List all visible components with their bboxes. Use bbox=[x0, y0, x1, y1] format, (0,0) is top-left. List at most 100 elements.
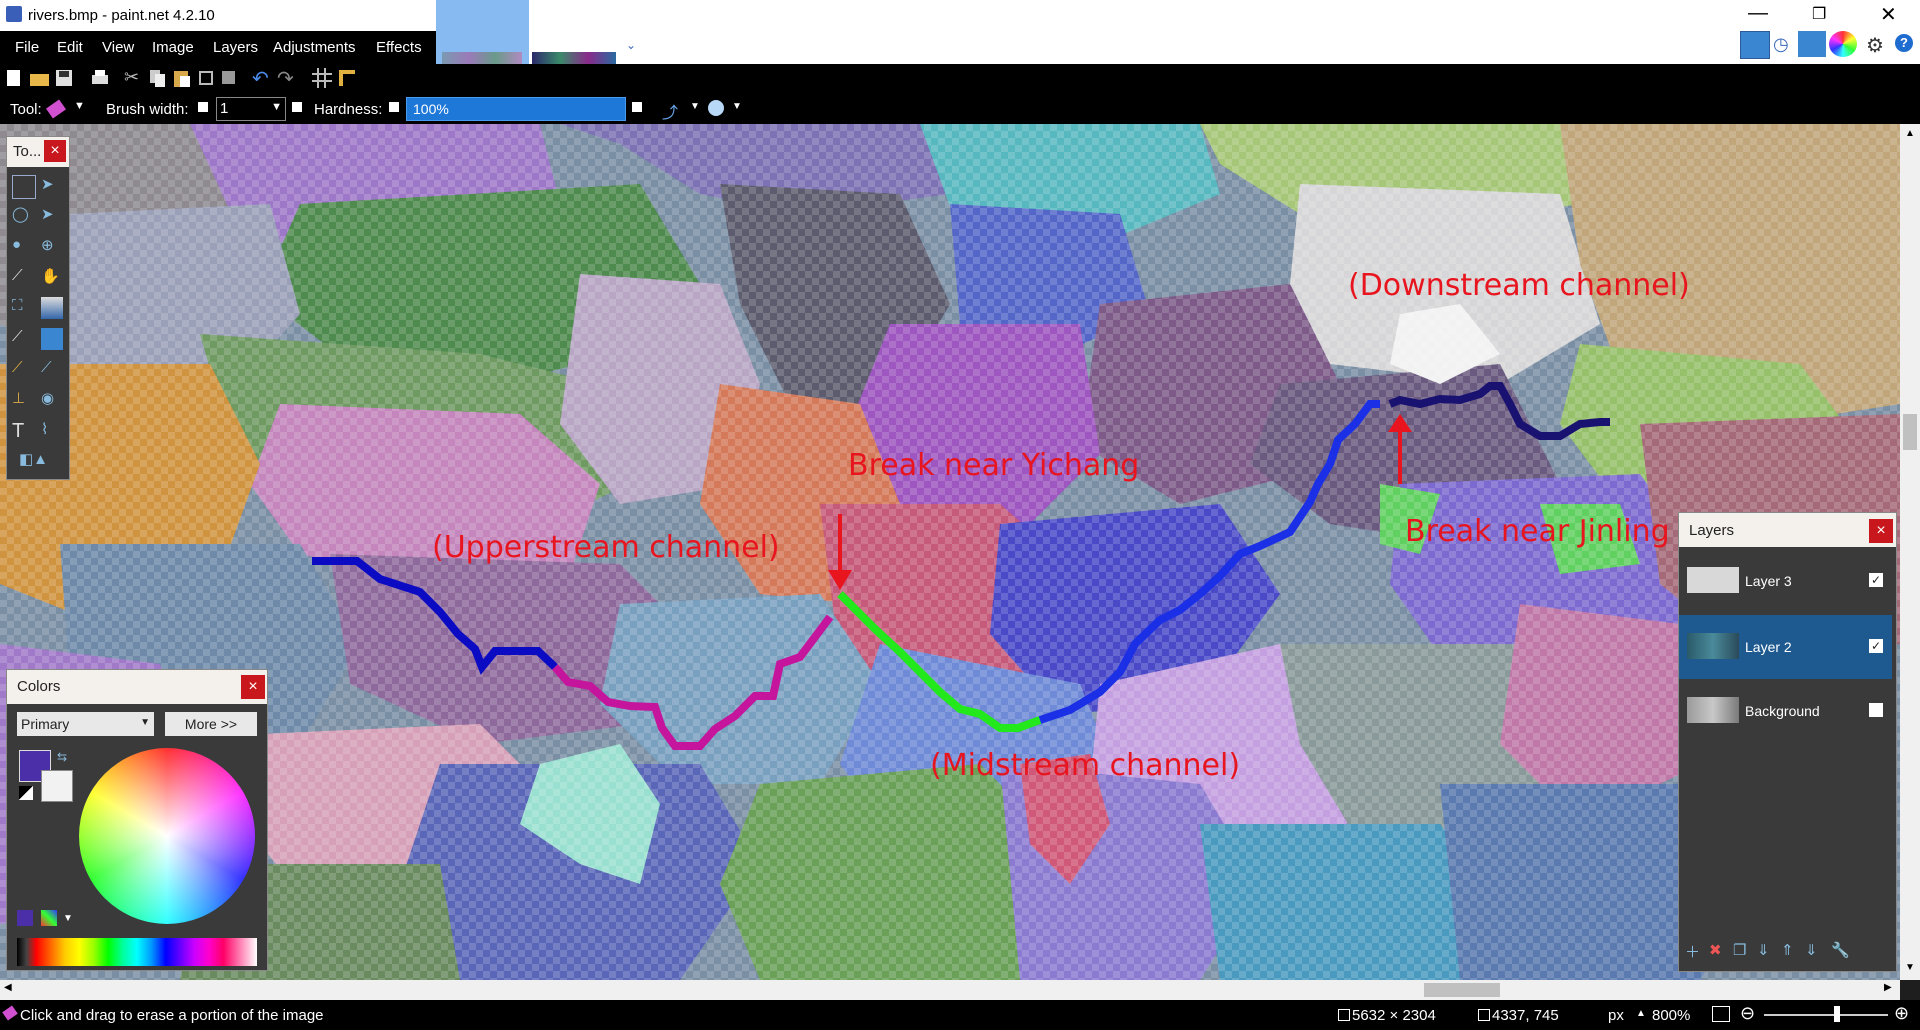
history-toggle-icon[interactable]: ◷ bbox=[1773, 34, 1789, 55]
image-canvas[interactable]: (Downstream channel) Break near Yichang … bbox=[0, 124, 1900, 980]
restore-button[interactable]: ❐ bbox=[1812, 4, 1826, 24]
settings-icon[interactable]: ⚙ bbox=[1866, 33, 1884, 58]
hardness-decrease[interactable] bbox=[389, 102, 399, 112]
palette-swatches[interactable] bbox=[17, 938, 257, 966]
duplicate-layer-icon[interactable]: ❐ bbox=[1733, 941, 1755, 963]
reset-colors-icon[interactable] bbox=[19, 786, 33, 800]
save-icon[interactable] bbox=[54, 68, 76, 90]
ellipse-select-icon[interactable]: ● bbox=[12, 236, 34, 258]
text-icon[interactable]: T bbox=[12, 420, 34, 442]
antialias-dropdown-icon[interactable]: ▼ bbox=[690, 101, 700, 112]
secondary-color-swatch[interactable] bbox=[41, 770, 73, 802]
horizontal-scroll-thumb[interactable] bbox=[1424, 983, 1500, 997]
open-file-icon[interactable] bbox=[29, 68, 51, 90]
color-picker-icon[interactable]: ⟋ bbox=[41, 359, 63, 381]
print-icon[interactable] bbox=[90, 68, 112, 90]
antialias-icon[interactable]: ⤴ bbox=[662, 99, 678, 123]
layers-toggle-icon[interactable] bbox=[1798, 31, 1826, 57]
add-layer-icon[interactable]: ＋ bbox=[1685, 941, 1707, 963]
brush-width-decrease[interactable] bbox=[198, 102, 208, 112]
layers-panel-close[interactable]: × bbox=[1869, 519, 1893, 543]
color-wheel[interactable] bbox=[79, 748, 255, 924]
help-icon[interactable]: ? bbox=[1895, 34, 1913, 52]
blend-mode-dropdown-icon[interactable]: ▼ bbox=[732, 101, 742, 112]
add-color-icon[interactable] bbox=[17, 910, 33, 926]
layer-visibility-checkbox[interactable]: ✓ bbox=[1869, 573, 1883, 587]
move-layer-down-icon[interactable]: ⇓ bbox=[1805, 941, 1827, 963]
eraser-icon[interactable] bbox=[46, 99, 66, 119]
layer-visibility-checkbox[interactable]: ✓ bbox=[1869, 639, 1883, 653]
pan-icon[interactable]: ✋ bbox=[41, 267, 63, 289]
hardness-increase[interactable] bbox=[632, 102, 642, 112]
swap-colors-icon[interactable]: ⇆ bbox=[57, 750, 67, 764]
zoom-slider-thumb[interactable] bbox=[1834, 1006, 1840, 1022]
tools-panel-close[interactable]: × bbox=[44, 140, 66, 162]
more-colors-button[interactable]: More >> bbox=[165, 712, 257, 736]
ruler-icon[interactable] bbox=[337, 68, 359, 90]
delete-layer-icon[interactable]: ✖ bbox=[1709, 941, 1731, 963]
redo-icon[interactable]: ↷ bbox=[277, 66, 299, 90]
minimize-button[interactable]: — bbox=[1748, 2, 1768, 25]
units-select[interactable]: px bbox=[1608, 1007, 1624, 1024]
units-dropdown-icon[interactable]: ▲ bbox=[1636, 1008, 1646, 1019]
scroll-down-arrow[interactable]: ▼ bbox=[1905, 962, 1915, 973]
paint-bucket-icon[interactable]: ⛶ bbox=[12, 297, 34, 319]
hardness-slider[interactable]: 100% bbox=[406, 97, 626, 121]
menu-edit[interactable]: Edit bbox=[57, 39, 83, 56]
colors-toggle-icon[interactable] bbox=[1829, 31, 1857, 57]
layer-properties-icon[interactable]: 🔧 bbox=[1831, 941, 1853, 963]
blend-mode-icon[interactable] bbox=[708, 100, 724, 116]
merge-layer-down-icon[interactable]: ⇓ bbox=[1757, 941, 1779, 963]
brush-width-increase[interactable] bbox=[292, 102, 302, 112]
color-mode-select[interactable]: Primary ▼ bbox=[17, 712, 154, 736]
crop-icon[interactable] bbox=[196, 68, 218, 90]
vertical-scrollbar[interactable]: ▲ ▼ bbox=[1900, 124, 1920, 980]
copy-icon[interactable] bbox=[148, 68, 170, 90]
shapes-icon[interactable]: ◧▲ bbox=[19, 450, 55, 472]
layer-visibility-checkbox[interactable] bbox=[1869, 703, 1883, 717]
brush-width-input[interactable]: 1 ▼ bbox=[216, 97, 286, 121]
zoom-level[interactable]: 800% bbox=[1652, 1007, 1690, 1024]
zoom-to-window-icon[interactable] bbox=[1712, 1006, 1730, 1022]
layer-row-layer3[interactable]: Layer 3 ✓ bbox=[1679, 549, 1892, 613]
menu-file[interactable]: File bbox=[15, 39, 39, 56]
layer-row-layer2[interactable]: Layer 2 ✓ bbox=[1679, 615, 1892, 679]
magic-wand-icon[interactable]: ⟋ bbox=[12, 267, 34, 289]
paste-icon[interactable] bbox=[172, 68, 194, 90]
gradient-icon[interactable] bbox=[41, 297, 63, 319]
brush-width-dropdown-icon[interactable]: ▼ bbox=[271, 101, 282, 113]
scroll-left-arrow[interactable]: ◀ bbox=[4, 982, 12, 993]
clone-stamp-icon[interactable]: ⊥ bbox=[12, 389, 34, 411]
layer-row-background[interactable]: Background bbox=[1679, 679, 1892, 743]
move-selected-icon[interactable]: ➤ bbox=[41, 175, 63, 197]
cut-icon[interactable]: ✂ bbox=[124, 67, 146, 89]
lasso-select-icon[interactable]: ◯ bbox=[12, 205, 34, 227]
horizontal-scrollbar[interactable]: ◀ ▶ bbox=[0, 980, 1900, 1000]
menu-image[interactable]: Image bbox=[152, 39, 194, 56]
menu-layers[interactable]: Layers bbox=[213, 39, 258, 56]
menu-effects[interactable]: Effects bbox=[376, 39, 422, 56]
vertical-scroll-thumb[interactable] bbox=[1903, 414, 1917, 450]
palette-dropdown-icon[interactable]: ▼ bbox=[63, 913, 73, 924]
zoom-in-icon[interactable]: ⊕ bbox=[1894, 1003, 1909, 1024]
scroll-right-arrow[interactable]: ▶ bbox=[1884, 982, 1892, 993]
tabs-dropdown-icon[interactable]: ⌄ bbox=[626, 38, 636, 52]
deselect-icon[interactable] bbox=[219, 68, 241, 90]
scroll-up-arrow[interactable]: ▲ bbox=[1905, 128, 1915, 139]
close-window-button[interactable]: ✕ bbox=[1880, 2, 1897, 27]
zoom-icon[interactable]: ⊕ bbox=[41, 236, 63, 258]
zoom-slider[interactable] bbox=[1764, 1014, 1888, 1016]
menu-view[interactable]: View bbox=[102, 39, 134, 56]
eraser-tool-icon[interactable] bbox=[41, 328, 63, 350]
palette-icon[interactable] bbox=[41, 910, 57, 926]
rectangle-select-icon[interactable] bbox=[12, 175, 36, 199]
line-curve-icon[interactable]: ⌇ bbox=[41, 420, 63, 442]
tools-toggle-icon[interactable] bbox=[1740, 31, 1770, 59]
undo-icon[interactable]: ↶ bbox=[252, 66, 274, 90]
zoom-out-icon[interactable]: ⊖ bbox=[1740, 1003, 1755, 1024]
grid-icon[interactable] bbox=[312, 68, 334, 90]
move-selection-icon[interactable]: ➤ bbox=[41, 205, 63, 227]
paintbrush-icon[interactable]: ⟋ bbox=[12, 328, 34, 350]
recolor-icon[interactable]: ◉ bbox=[41, 389, 63, 411]
move-layer-up-icon[interactable]: ⇑ bbox=[1781, 941, 1803, 963]
